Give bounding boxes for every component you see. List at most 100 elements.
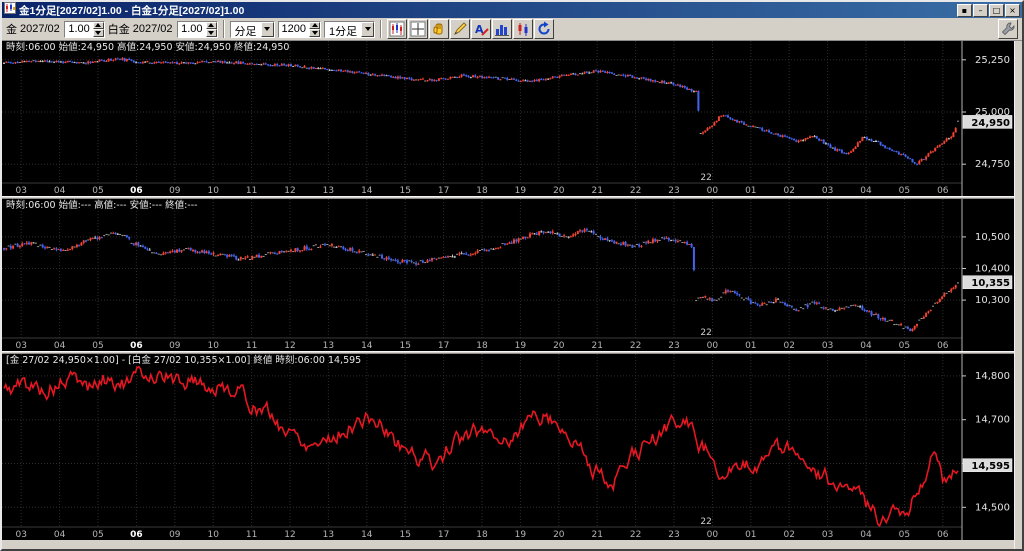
bar-count-down-button[interactable] <box>309 29 321 37</box>
platinum-header-text: 時刻:06:00 始値:--- 高値:--- 安値:--- 終値:--- <box>6 199 198 211</box>
x-axis-label: 04 <box>860 341 872 351</box>
x-axis-label: 17 <box>438 186 449 196</box>
x-axis-label: 14 <box>361 530 373 540</box>
x-axis-label: 11 <box>246 530 257 540</box>
bar-count-up-button[interactable] <box>309 21 321 29</box>
gold-multiplier-up-button[interactable] <box>92 21 104 29</box>
day-change-label: 22 <box>700 328 711 338</box>
x-axis-label: 00 <box>707 186 719 196</box>
toolbar: 金 2027/02 1.00 白金 2027/02 1.00 分足 1200 1… <box>2 18 1022 41</box>
x-axis-label: 12 <box>284 530 295 540</box>
window-title: 金1分足[2027/02]1.00 - 白金1分足[2027/02]1.00 <box>19 4 245 17</box>
histogram-icon[interactable] <box>492 19 513 39</box>
x-axis-label: 17 <box>438 530 449 540</box>
x-axis-label: 00 <box>707 530 719 540</box>
x-axis-label: 09 <box>169 341 181 351</box>
x-axis-label: 03 <box>15 186 26 196</box>
bar-count-spinner[interactable]: 1200 <box>277 20 322 38</box>
x-axis-label: 10 <box>207 186 219 196</box>
x-axis-label: 03 <box>15 530 26 540</box>
x-axis-label: 06 <box>130 341 143 351</box>
spread-chart-panel[interactable]: 03 04 05 06 09 10 11 12 13 14 15 17 18 19 20 21 22 23 00 01… <box>2 354 1014 540</box>
maximize-button[interactable]: □ <box>989 3 1004 17</box>
x-axis-label: 15 <box>399 186 410 196</box>
price-tick-label: 14,700 <box>975 415 1010 426</box>
spread-header-text: [金 27/02 24,950×1.00] - [白金 27/02 10,355… <box>6 354 361 366</box>
x-axis-label: 02 <box>783 186 794 196</box>
crosshair-icon[interactable] <box>408 19 429 39</box>
interval-value: 1分足 <box>329 25 358 38</box>
x-axis-label: 10 <box>207 530 219 540</box>
window-buttons: ▪ – □ × <box>957 3 1020 17</box>
x-axis-label: 04 <box>54 530 66 540</box>
app-icon <box>4 2 16 19</box>
refresh-icon[interactable] <box>534 19 555 39</box>
interval-combo[interactable]: 1分足 <box>324 20 376 38</box>
platinum-multiplier-up-button[interactable] <box>205 21 217 29</box>
platinum-multiplier-value: 1.00 <box>181 22 203 35</box>
price-tick-label: 24,750 <box>975 159 1010 170</box>
bar-style-icon[interactable] <box>513 19 534 39</box>
x-axis-label: 13 <box>323 186 334 196</box>
gold-multiplier-down-button[interactable] <box>92 29 104 37</box>
x-axis-label: 12 <box>284 341 295 351</box>
x-axis-label: 02 <box>783 341 794 351</box>
x-axis-label: 11 <box>246 186 257 196</box>
x-axis-label: 20 <box>553 186 565 196</box>
gold-chart-panel[interactable]: 03 04 05 06 09 10 11 12 13 14 15 17 18 19 20 21 22 23 00 01… <box>2 41 1014 196</box>
last-price-badge-text: 24,950 <box>971 118 1010 129</box>
price-tick-label: 10,300 <box>975 295 1010 306</box>
close-button[interactable]: × <box>1005 3 1020 17</box>
platinum-chart-panel[interactable]: 03 04 05 06 09 10 11 12 13 14 15 17 18 19 20 21 22 23 00 01… <box>2 199 1014 351</box>
minimize-button[interactable]: – <box>973 3 988 17</box>
x-axis-label: 04 <box>54 341 66 351</box>
right-gutter <box>1014 41 1022 549</box>
gold-multiplier-spinner[interactable]: 1.00 <box>63 20 105 38</box>
x-axis-label: 01 <box>745 341 756 351</box>
x-axis-label: 09 <box>169 530 181 540</box>
settings-wrench-icon[interactable] <box>998 19 1018 39</box>
chart-area: 03 04 05 06 09 10 11 12 13 14 15 17 18 19 20 21 22 23 00 01… <box>2 41 1022 549</box>
period-type-combo[interactable]: 分足 <box>229 20 275 38</box>
x-axis-label: 06 <box>937 341 949 351</box>
x-axis-label: 06 <box>130 530 143 540</box>
toolbar-separator <box>222 20 225 38</box>
last-price-badge-text: 14,595 <box>971 461 1010 472</box>
x-axis-label: 17 <box>438 341 449 351</box>
x-axis-label: 13 <box>323 341 334 351</box>
platinum-multiplier-down-button[interactable] <box>205 29 217 37</box>
x-axis-label: 05 <box>899 186 910 196</box>
x-axis-label: 06 <box>937 186 949 196</box>
period-type-dropdown-icon[interactable] <box>260 21 274 37</box>
titlebar[interactable]: 金1分足[2027/02]1.00 - 白金1分足[2027/02]1.00 ▪… <box>2 2 1022 18</box>
interval-dropdown-icon[interactable] <box>361 21 375 37</box>
x-axis-label: 05 <box>92 341 103 351</box>
shade-button[interactable]: ▪ <box>957 3 972 17</box>
x-axis-label: 01 <box>745 186 756 196</box>
x-axis-label: 03 <box>822 530 833 540</box>
text-annotation-icon[interactable]: A <box>471 19 492 39</box>
bar-count-value: 1200 <box>281 22 307 35</box>
price-tick-label: 14,800 <box>975 371 1010 382</box>
x-axis-label: 00 <box>707 341 719 351</box>
x-axis-label: 19 <box>515 341 527 351</box>
platinum-contract: 2027/02 <box>132 23 173 35</box>
x-axis-label: 23 <box>668 186 679 196</box>
x-axis-label: 18 <box>476 530 488 540</box>
toolbar-separator <box>380 20 383 38</box>
x-axis-label: 15 <box>399 341 410 351</box>
candle-chart-icon[interactable] <box>387 19 408 39</box>
x-axis-label: 19 <box>515 530 527 540</box>
pencil-icon[interactable] <box>450 19 471 39</box>
x-axis-label: 22 <box>630 341 641 351</box>
hand-icon[interactable] <box>429 19 450 39</box>
platinum-label: 白金 <box>107 24 130 36</box>
x-axis-label: 22 <box>630 186 641 196</box>
x-axis-label: 14 <box>361 186 373 196</box>
x-axis-label: 06 <box>937 530 949 540</box>
gold-contract: 2027/02 <box>20 23 60 35</box>
price-tick-label: 10,400 <box>975 264 1010 275</box>
platinum-multiplier-spinner[interactable]: 1.00 <box>176 20 218 38</box>
last-price-badge-text: 10,355 <box>971 278 1010 289</box>
gold-label: 金 <box>6 24 17 36</box>
